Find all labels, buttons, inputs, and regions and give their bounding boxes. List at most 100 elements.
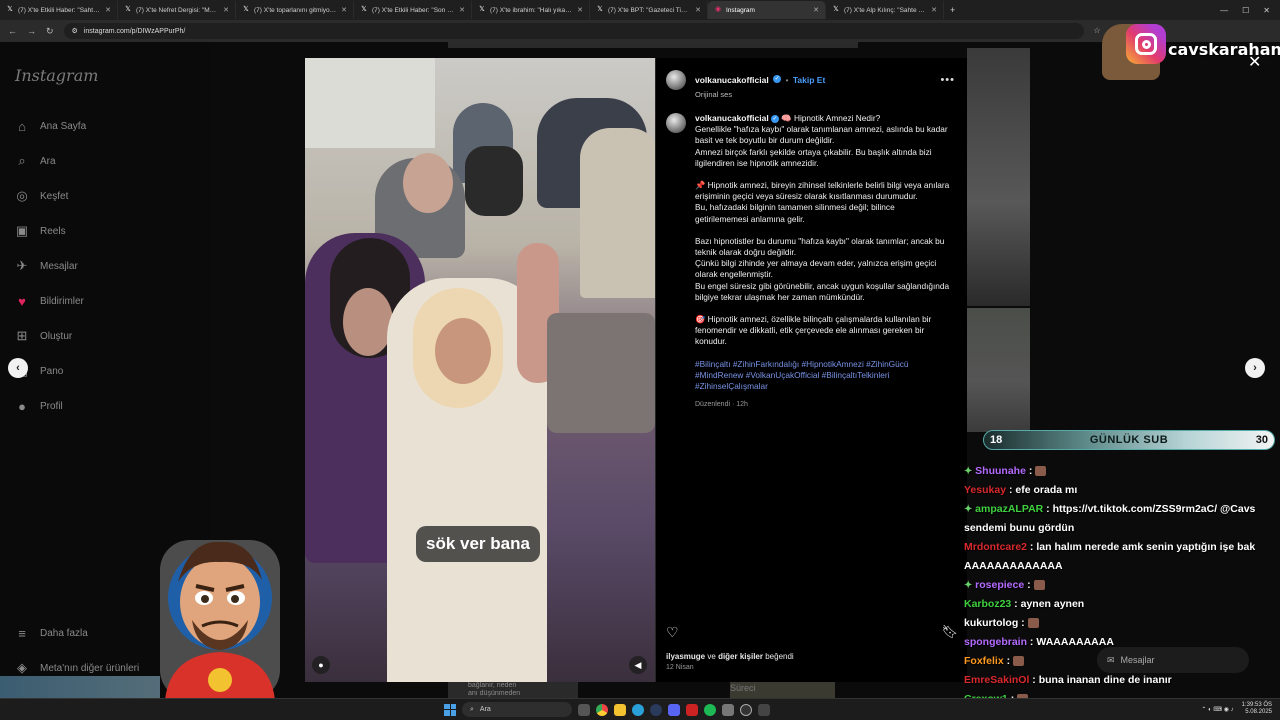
likes-connector: ve xyxy=(707,652,716,661)
chat-emote-icon xyxy=(1035,466,1047,477)
url-field[interactable]: ⚙ instagram.com/p/DIWzAPPurPh/ xyxy=(63,23,1084,39)
tab-title: (7) X'te Nefret Dergisi: "Mersin'de xyxy=(136,6,219,14)
chat-username[interactable]: spongebrain xyxy=(964,636,1027,648)
site-info-icon[interactable]: ⚙ xyxy=(72,27,78,35)
chat-separator: : xyxy=(1003,655,1014,667)
steam-icon[interactable] xyxy=(650,703,662,716)
streamer-avatar-icon xyxy=(160,540,280,700)
browser-tab[interactable]: 𝕏 (7) X'te Nefret Dergisi: "Mersin'de ✕ xyxy=(118,1,236,19)
chat-username[interactable]: Mrdontcare2 xyxy=(964,541,1027,553)
caption-paragraph: Bazı hipnotistler bu durumu "hafıza kayb… xyxy=(695,235,950,302)
chat-username[interactable]: kukurtolog xyxy=(964,617,1018,629)
x-tab-icon: 𝕏 xyxy=(7,6,13,13)
caption-paragraph: Genellikle "hafıza kaybı" olarak tanımla… xyxy=(695,124,948,168)
sub-goal-label: GÜNLÜK SUB xyxy=(1089,434,1169,446)
windows-start-icon[interactable] xyxy=(444,703,456,716)
close-window-icon[interactable]: ✕ xyxy=(1263,6,1270,15)
sidebar-item-home[interactable]: ⌂ Ana Sayfa xyxy=(14,118,86,134)
avatar[interactable] xyxy=(666,70,686,90)
chat-username[interactable]: Foxfelix xyxy=(964,655,1004,667)
save-bookmark-icon[interactable]: 🔖︎ xyxy=(941,624,958,641)
chat-username[interactable]: Shuunahe xyxy=(975,465,1026,477)
sidebar-item-explore[interactable]: ◎ Keşfet xyxy=(14,188,68,204)
chat-username[interactable]: Karboz23 xyxy=(964,598,1011,610)
likes-others-link[interactable]: diğer kişiler xyxy=(718,652,763,661)
sidebar-item-messages[interactable]: ✈ Mesajlar xyxy=(14,258,78,274)
browser-tab[interactable]: 𝕏 (7) X'te Etkili Haber: "Son günlerde ✕ xyxy=(354,1,472,19)
messages-icon: ✈ xyxy=(16,258,28,273)
obs-icon[interactable] xyxy=(740,703,752,716)
post-video[interactable]: sök ver bana ● ◀ xyxy=(305,58,655,682)
follow-button[interactable]: Takip Et xyxy=(793,75,825,85)
previous-post-button[interactable]: ‹ xyxy=(8,358,28,378)
close-tab-icon[interactable]: ✕ xyxy=(223,6,229,14)
taskbar-search[interactable]: ⌕ Ara xyxy=(462,702,572,717)
sidebar-item-label: Pano xyxy=(40,365,64,377)
close-tab-icon[interactable]: ✕ xyxy=(931,6,937,14)
caption-avatar[interactable] xyxy=(666,113,686,133)
app-icon-3[interactable] xyxy=(758,703,770,716)
sidebar-bottom-item[interactable]: ◈ Meta'nın diğer ürünleri xyxy=(14,660,139,676)
like-heart-icon[interactable]: ♡ xyxy=(666,624,679,641)
forward-icon[interactable]: → xyxy=(27,26,36,36)
file-explorer-icon[interactable] xyxy=(614,703,626,716)
browser-tab[interactable]: 𝕏 (7) X'te Etkili Haber: "Sahte diploma ✕ xyxy=(0,1,118,19)
chrome-icon[interactable] xyxy=(596,703,608,716)
tagged-users-icon[interactable]: ● xyxy=(312,656,330,674)
url-text: instagram.com/p/DIWzAPPurPh/ xyxy=(83,27,186,35)
more-options-icon[interactable]: ••• xyxy=(940,74,955,86)
app-icon[interactable] xyxy=(686,703,698,716)
chat-username[interactable]: EmreSakinOl xyxy=(964,674,1029,686)
close-tab-icon[interactable]: ✕ xyxy=(813,6,819,14)
browser-tab[interactable]: 𝕏 (7) X'te Alp Kılınç: "Sahte diploma✕ xyxy=(826,1,944,19)
background-post-text-2: Süreci xyxy=(730,683,756,693)
next-post-button[interactable]: › xyxy=(1245,358,1265,378)
sidebar-item-label: Daha fazla xyxy=(40,627,88,639)
post-username[interactable]: volkanucakofficial xyxy=(695,75,769,85)
app-icon-2[interactable] xyxy=(722,703,734,716)
new-tab-icon[interactable]: + xyxy=(944,5,961,15)
sub-badge-icon: ✦ xyxy=(964,466,976,477)
address-bar: ← → ↻ ⚙ instagram.com/p/DIWzAPPurPh/ ☆ ⧉… xyxy=(0,20,1280,42)
sidebar-item-create[interactable]: ⊞ Oluştur xyxy=(14,328,73,344)
minimize-icon[interactable]: — xyxy=(1220,6,1228,15)
discord-icon[interactable] xyxy=(668,703,680,716)
post-details: volkanucakofficial ✓ • Takip Et Orijinal… xyxy=(655,58,967,682)
instagram-logo[interactable]: Instagram xyxy=(15,66,98,85)
hashtags[interactable]: #Bilinçaltı #ZihinFarkındalığı #Hipnotik… xyxy=(695,359,950,393)
close-tab-icon[interactable]: ✕ xyxy=(577,6,583,14)
maximize-icon[interactable]: ☐ xyxy=(1242,6,1249,15)
sidebar-item-heart[interactable]: ♥ Bildirimler xyxy=(14,293,84,309)
sidebar-item-search[interactable]: ⌕ Ara xyxy=(14,153,55,169)
reload-icon[interactable]: ↻ xyxy=(46,26,54,37)
task-view-icon[interactable] xyxy=(578,703,590,716)
browser-tab[interactable]: 𝕏 (7) X'te ibrahim: "Halı yıkamacı ✕ xyxy=(472,1,590,19)
sidebar-item-profile[interactable]: ● Profil xyxy=(14,398,63,414)
browser-tab[interactable]: 𝕏 (7) X'te BPT: "Gazeteci Timur Soy✕ xyxy=(590,1,708,19)
window-controls: — ☐ ✕ xyxy=(1220,6,1280,15)
close-tab-icon[interactable]: ✕ xyxy=(459,6,465,14)
chat-username[interactable]: Yesukay xyxy=(964,484,1006,496)
tray-icons[interactable]: ⌃ ◐ ⌨ ◉ ♪ xyxy=(1201,706,1233,713)
liker-username[interactable]: ilyasmuge xyxy=(666,652,705,661)
browser-tab[interactable]: 𝕏 (7) X'te toparlanını gitmiyoruz ✕ xyxy=(236,1,354,19)
mute-icon[interactable]: ◀ xyxy=(629,656,647,674)
browser-tab[interactable]: ◉ Instagram ✕ xyxy=(708,1,826,19)
close-tab-icon[interactable]: ✕ xyxy=(341,6,347,14)
clock-time: 1:39:53 ÖS xyxy=(1241,702,1272,708)
edge-icon[interactable] xyxy=(632,703,644,716)
spotify-icon[interactable] xyxy=(704,703,716,716)
clock[interactable]: 1:39:53 ÖS 5.08.2025 xyxy=(1242,702,1272,716)
messages-pill[interactable]: ✉ Mesajlar xyxy=(1097,647,1249,673)
caption-username[interactable]: volkanucakofficial xyxy=(695,113,769,123)
close-tab-icon[interactable]: ✕ xyxy=(105,6,111,14)
chat-username[interactable]: ampazALPAR xyxy=(975,503,1043,515)
chat-username[interactable]: rosepiece xyxy=(975,579,1024,591)
sub-goal-bar: 18 GÜNLÜK SUB 30 xyxy=(983,430,1275,450)
chat-separator: : xyxy=(1011,598,1021,610)
audio-label[interactable]: Orijinal ses xyxy=(695,90,825,99)
sidebar-item-reels[interactable]: ▣ Reels xyxy=(14,223,66,239)
sidebar-bottom-item[interactable]: ≡ Daha fazla xyxy=(14,625,88,641)
close-tab-icon[interactable]: ✕ xyxy=(695,6,701,14)
back-icon[interactable]: ← xyxy=(8,26,17,36)
